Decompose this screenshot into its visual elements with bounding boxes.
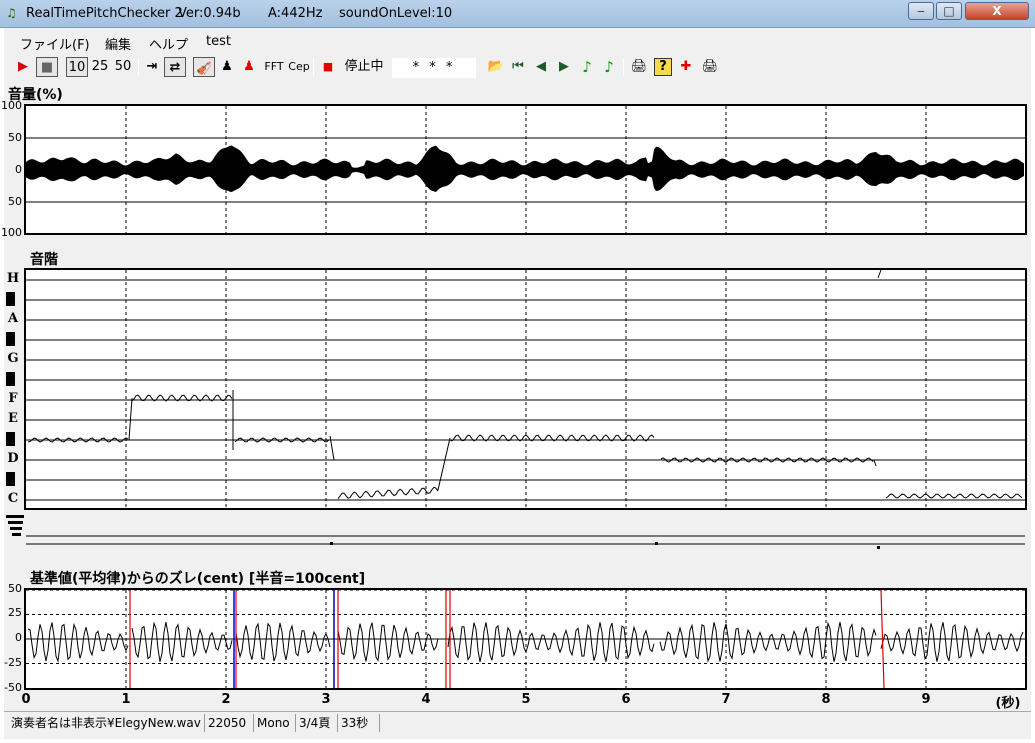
time-tick-label: 2 xyxy=(221,692,231,707)
menu-help[interactable]: ヘルプ xyxy=(149,34,188,53)
volume-tick-label: 50 xyxy=(8,131,22,144)
time-tick-label: 5 xyxy=(521,692,531,707)
volume-tick-label: 100 xyxy=(1,226,22,239)
pitch-trace xyxy=(26,269,1025,508)
cent-trace-segment xyxy=(447,622,655,663)
help-icon[interactable]: ? xyxy=(654,58,672,76)
note-small-icon[interactable]: ♪ xyxy=(600,57,618,77)
cent-tick-label: 25 xyxy=(8,606,22,619)
marker-icon[interactable]: ✚ xyxy=(677,57,695,77)
note-label-d: D xyxy=(7,451,19,466)
note-label-f: F xyxy=(8,391,18,406)
cent-trace-segment xyxy=(131,621,233,662)
pitch-transition xyxy=(128,397,133,441)
time-tick-label: 7 xyxy=(721,692,731,707)
open-file-icon[interactable]: 📂 xyxy=(486,57,506,77)
sound-on-level-text: soundOnLevel:10 xyxy=(339,6,453,21)
title-bar: ♫ RealTimePitchChecker 2 Ver:0.94b A:442… xyxy=(0,0,1035,28)
cent-tick-label: 0 xyxy=(15,631,22,644)
first-page-icon[interactable]: ⏮ xyxy=(509,57,527,77)
cent-tick-label: 50 xyxy=(8,582,22,595)
black-key xyxy=(6,432,15,446)
pitch-transition xyxy=(437,437,451,491)
next-page-icon[interactable]: ▶ xyxy=(555,57,573,77)
timeline-marker xyxy=(6,515,24,518)
time-unit-label: (秒) xyxy=(995,696,1021,711)
app-icon: ♫ xyxy=(6,6,17,20)
cent-trace-segment xyxy=(235,622,331,662)
status-file-path: 演奏者名は非表示¥ElegyNew.wav xyxy=(8,714,205,732)
cent-trace-segment xyxy=(659,621,877,663)
black-key xyxy=(6,472,15,486)
time-tick-label: 0 xyxy=(21,692,31,707)
note-label-h: H xyxy=(6,271,20,286)
previous-page-icon[interactable]: ◀ xyxy=(532,57,550,77)
toolbar-right: 📂 ⏮ ◀ ▶ ♪ ♪ 🖨 ? ✚ 🖨 xyxy=(4,54,1031,80)
time-tick-label: 1 xyxy=(121,692,131,707)
menu-test[interactable]: test xyxy=(206,34,231,49)
black-key xyxy=(6,332,15,346)
note-icon[interactable]: ♪ xyxy=(578,57,596,77)
volume-tick-label: 0 xyxy=(15,163,22,176)
timeline-marker xyxy=(330,542,333,545)
volume-tick-label: 100 xyxy=(1,99,22,112)
cent-trace-segment xyxy=(337,622,439,662)
scale-panel-title: 音階 xyxy=(30,252,58,268)
time-tick-label: 8 xyxy=(821,692,831,707)
status-page: 3/4頁 xyxy=(296,714,338,732)
menu-file[interactable]: ファイル(F) xyxy=(20,34,90,53)
cent-panel-title: 基準値(平均律)からのズレ(cent) [半音=100cent] xyxy=(30,571,366,587)
note-label-g: G xyxy=(7,351,19,366)
black-key xyxy=(6,292,15,306)
timeline-marker xyxy=(10,527,22,530)
time-tick-label: 9 xyxy=(921,692,931,707)
pitch-segment xyxy=(337,486,439,500)
time-tick-label: 4 xyxy=(421,692,431,707)
cent-tick-label: -25 xyxy=(4,656,22,669)
print-icon[interactable]: 🖨 xyxy=(629,57,649,77)
pitch-transition xyxy=(873,459,877,467)
status-duration: 33秒 xyxy=(338,714,380,732)
volume-envelope xyxy=(26,145,1024,192)
time-tick-label: 3 xyxy=(321,692,331,707)
cent-trace-segment xyxy=(27,622,129,663)
volume-tick-label: 50 xyxy=(8,195,22,208)
note-label-e: E xyxy=(8,411,18,426)
pitch-segment xyxy=(885,493,1023,499)
timeline-marker xyxy=(12,533,21,536)
pitch-transition xyxy=(877,269,882,279)
menu-edit[interactable]: 編集 xyxy=(105,34,131,53)
pitch-scale-chart xyxy=(24,268,1027,510)
status-bar: 演奏者名は非表示¥ElegyNew.wav 22050 Mono 3/4頁 33… xyxy=(4,711,1031,733)
note-timeline-strip xyxy=(6,515,1025,549)
status-channels: Mono xyxy=(254,714,296,732)
version-text: Ver:0.94b xyxy=(178,6,241,21)
timeline-marker xyxy=(877,546,880,549)
black-key xyxy=(6,372,15,386)
status-sample-rate: 22050 xyxy=(205,714,254,732)
window-title: RealTimePitchChecker 2 xyxy=(26,6,183,21)
cent-deviation-trace xyxy=(26,589,1025,689)
close-button[interactable]: X xyxy=(965,2,1029,20)
note-label-a: A xyxy=(7,311,19,326)
volume-waveform xyxy=(26,106,1025,233)
maximize-button[interactable]: □ xyxy=(936,2,962,20)
pitch-reference-text: A:442Hz xyxy=(268,6,323,21)
timeline-marker xyxy=(655,542,658,545)
print-setup-icon[interactable]: 🖨 xyxy=(700,57,720,77)
minimize-button[interactable]: ‒ xyxy=(908,2,934,20)
toolbar-separator xyxy=(623,58,624,76)
cent-trace-segment xyxy=(880,622,1024,662)
cent-deviation-chart xyxy=(24,588,1027,690)
volume-chart xyxy=(24,104,1027,235)
time-tick-label: 6 xyxy=(621,692,631,707)
note-label-c: C xyxy=(7,491,19,506)
timeline-marker xyxy=(8,521,23,524)
